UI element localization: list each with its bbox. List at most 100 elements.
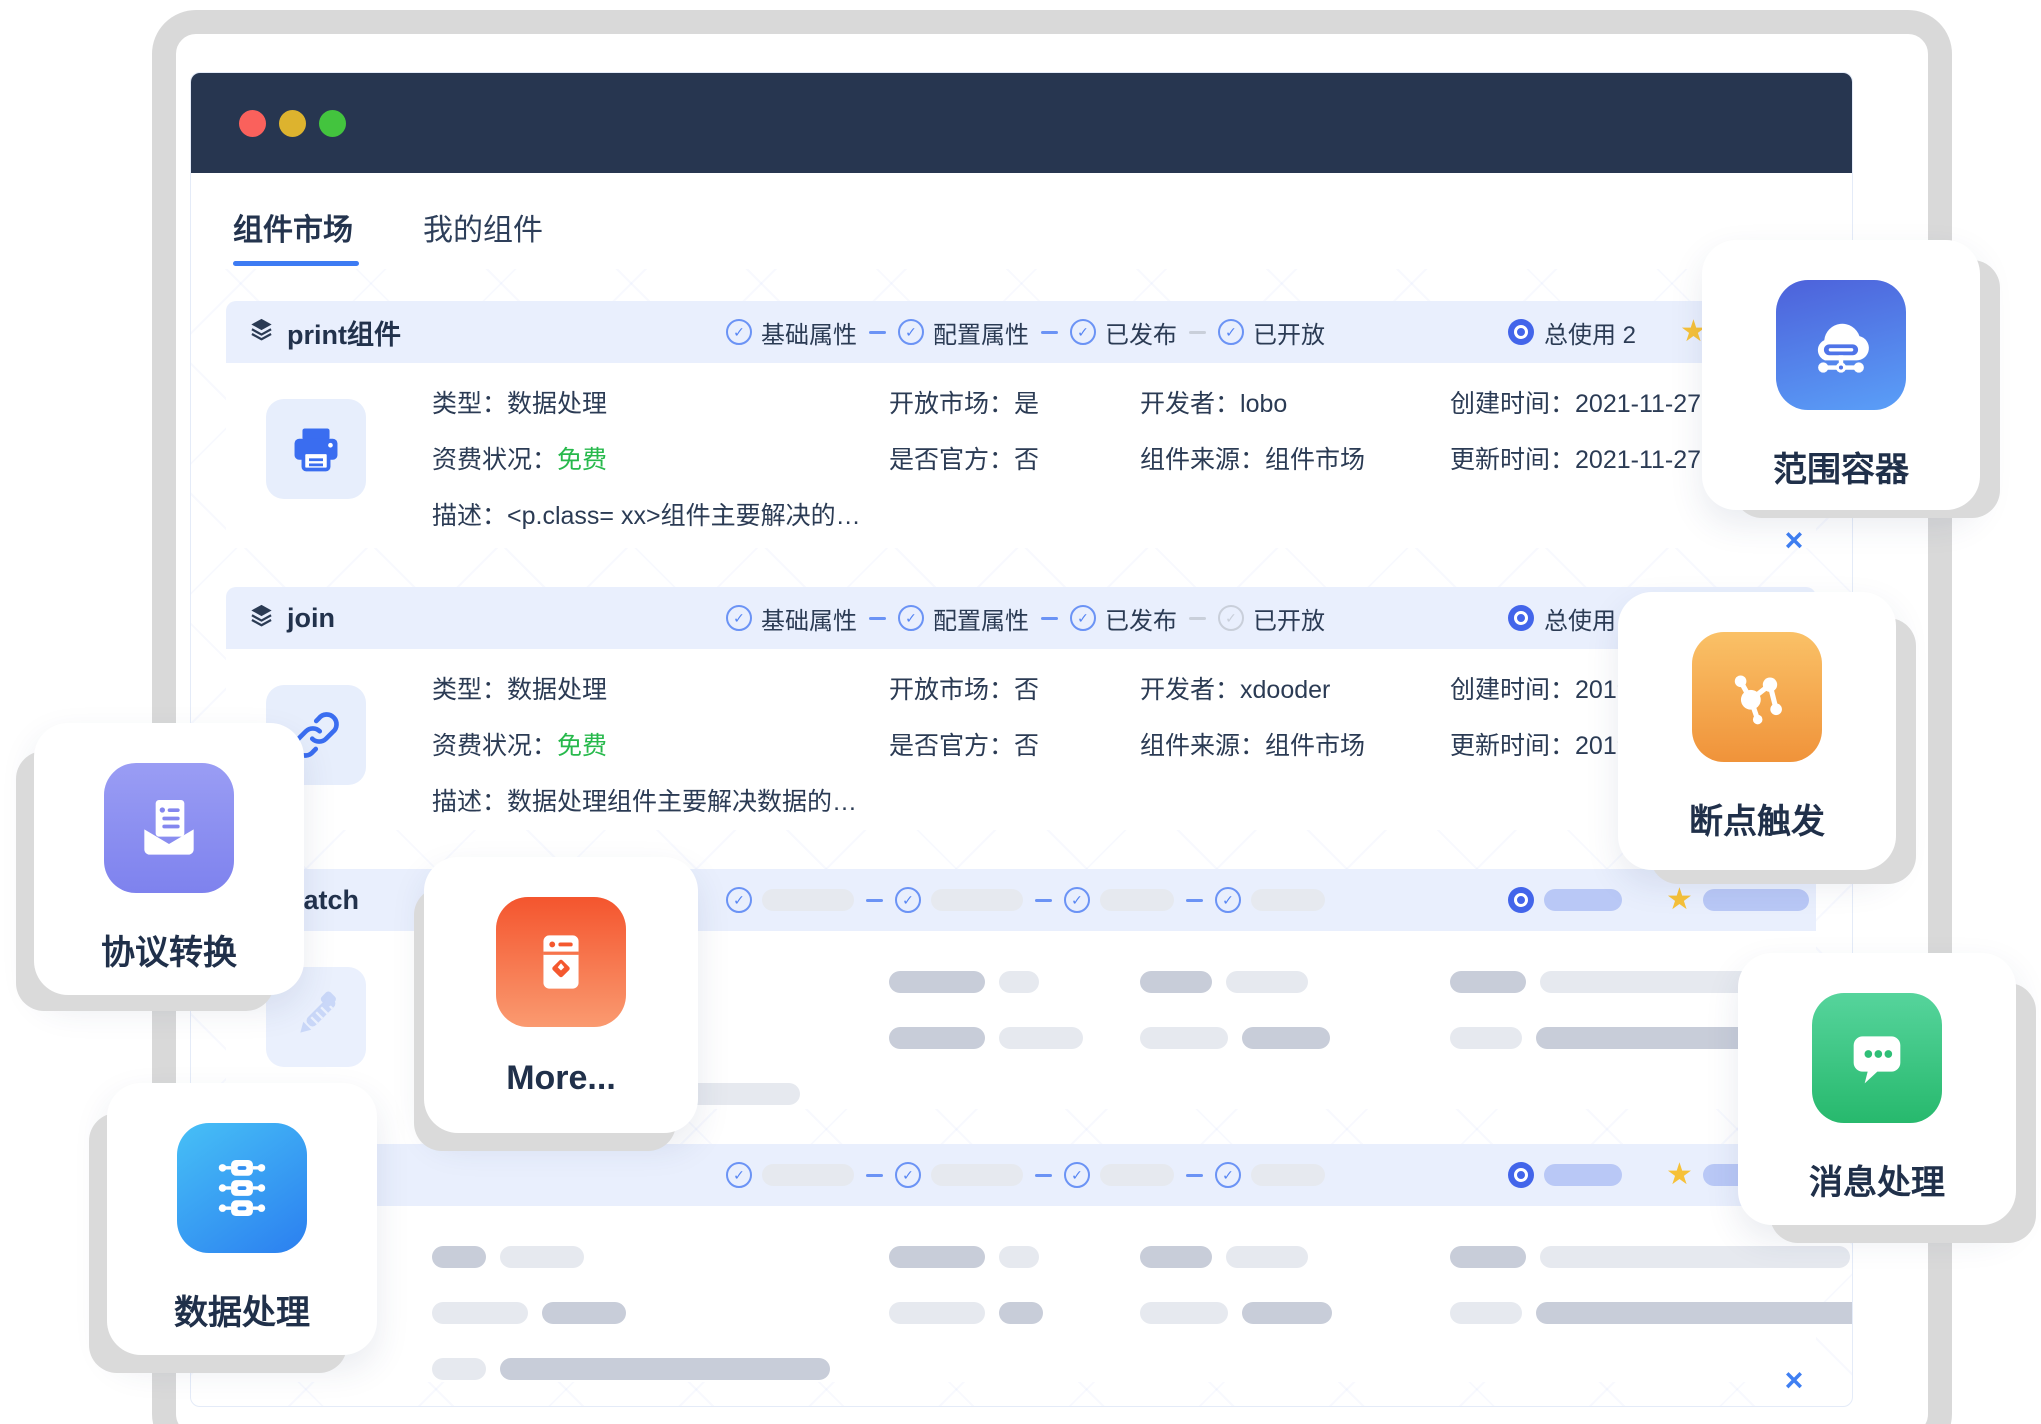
status-steps (726, 887, 1325, 913)
skeleton-pill (1544, 889, 1622, 911)
traffic-light-maximize[interactable] (319, 110, 346, 137)
skeleton-pill (1251, 1164, 1325, 1186)
skeleton-column (1450, 1246, 1853, 1358)
status-steps (726, 1162, 1325, 1188)
app-card-breakpoint-trigger[interactable]: 断点触发 (1618, 592, 1896, 870)
skeleton-pill (1242, 1302, 1332, 1324)
field-value: 组件市场 (1265, 732, 1365, 760)
skeleton-pill (432, 1358, 486, 1380)
step-connector (869, 331, 886, 334)
check-icon (726, 319, 752, 345)
detail-column: 类型：数据处理 资费状况：免费 描述：<p.class= xx>组件主要解决的… (432, 389, 861, 557)
step-connector (1035, 899, 1052, 902)
field-label: 开放市场： (889, 676, 1014, 704)
app-card-protocol-conversion[interactable]: 协议转换 (34, 723, 304, 995)
field-value: 免费 (557, 732, 607, 760)
card-header: print组件 基础属性 配置属性 已发布 已开放 总使用 2 总评 (226, 301, 1816, 363)
field-label: 是否官方： (889, 446, 1014, 474)
data-pipeline-icon (177, 1123, 307, 1253)
skeleton-pill (931, 889, 1023, 911)
app-card-more[interactable]: More... (424, 857, 698, 1133)
step-connector (1189, 617, 1206, 620)
step-connector (866, 899, 883, 902)
app-card-message-processing[interactable]: 消息处理 (1738, 953, 2016, 1225)
app-card-label: 数据处理 (174, 1285, 310, 1334)
step-connector (1189, 331, 1206, 334)
check-icon (898, 319, 924, 345)
skeleton-pill (1450, 1246, 1526, 1268)
check-icon (1064, 1162, 1090, 1188)
skeleton-pill (1226, 1246, 1308, 1268)
layers-icon (248, 316, 275, 348)
close-icon[interactable] (1779, 1365, 1809, 1395)
skeleton-pill (1140, 971, 1212, 993)
tab-my-components[interactable]: 我的组件 (423, 205, 543, 249)
field-value: xdooder (1240, 676, 1330, 704)
close-icon[interactable] (1779, 525, 1809, 555)
field-label: 描述： (432, 502, 507, 530)
app-card-data-processing[interactable]: 数据处理 (107, 1083, 377, 1355)
field-label: 开发者： (1140, 390, 1240, 418)
check-icon (895, 1162, 921, 1188)
field-label: 开放市场： (889, 390, 1014, 418)
skeleton-pill (1450, 1027, 1522, 1049)
field-label: 更新时间： (1450, 446, 1575, 474)
component-card-join[interactable]: join 基础属性 配置属性 已发布 已开放 总使用 6 总评 (226, 587, 1816, 830)
traffic-light-minimize[interactable] (279, 110, 306, 137)
step-connector (1186, 899, 1203, 902)
field-label: 组件来源： (1140, 446, 1265, 474)
screenshot-stage: 组件市场 我的组件 print组件 基础属性 配置属性 已发布 已开放 (0, 0, 2041, 1424)
skeleton-pill (1536, 1302, 1853, 1324)
field-label: 创建时间： (1450, 676, 1575, 704)
check-icon (726, 887, 752, 913)
skeleton-pill (1242, 1027, 1330, 1049)
field-value: lobo (1240, 390, 1287, 418)
step-label: 配置属性 (933, 315, 1029, 350)
skeleton-pill (762, 889, 854, 911)
step-connector (1041, 617, 1058, 620)
app-card-label: 范围容器 (1773, 442, 1909, 491)
window-titlebar (191, 73, 1852, 173)
skeleton-column (1140, 1246, 1346, 1358)
layers-icon (248, 602, 275, 634)
skeleton-pill (1703, 889, 1809, 911)
component-name: join (287, 603, 335, 634)
field-value: 免费 (557, 446, 607, 474)
skeleton-pill (1540, 1246, 1850, 1268)
traffic-light-close[interactable] (239, 110, 266, 137)
skeleton-column (432, 1246, 844, 1407)
app-card-label: 协议转换 (101, 925, 237, 974)
step-connector (1041, 331, 1058, 334)
app-card-label: More... (506, 1059, 616, 1098)
tab-bar: 组件市场 我的组件 (191, 173, 1852, 269)
card-header (226, 1144, 1816, 1206)
skeleton-pill (999, 971, 1039, 993)
detail-column: 开发者：xdooder 组件来源：组件市场 (1140, 675, 1365, 787)
inbox-document-icon (104, 763, 234, 893)
check-icon (898, 605, 924, 631)
tab-component-market[interactable]: 组件市场 (233, 205, 353, 249)
usage-count-icon (1508, 319, 1534, 345)
check-icon (1218, 605, 1244, 631)
step-label: 配置属性 (933, 601, 1029, 636)
field-value: 否 (1014, 446, 1039, 474)
check-icon (726, 1162, 752, 1188)
field-label: 类型： (432, 676, 507, 704)
field-label: 开发者： (1140, 676, 1240, 704)
skeleton-pill (1100, 1164, 1174, 1186)
skeleton-pill (1140, 1027, 1228, 1049)
component-card-skeleton[interactable] (226, 1144, 1816, 1382)
app-card-label: 消息处理 (1809, 1155, 1945, 1204)
app-card-range-container[interactable]: 范围容器 (1702, 240, 1980, 510)
skeleton-pill (762, 1164, 854, 1186)
molecule-icon (1692, 632, 1822, 762)
component-card-print[interactable]: print组件 基础属性 配置属性 已发布 已开放 总使用 2 总评 (226, 301, 1816, 548)
step-connector (1035, 1174, 1052, 1177)
detail-column: 类型：数据处理 资费状况：免费 描述：数据处理组件主要解决数据的… (432, 675, 857, 843)
step-label: 基础属性 (761, 315, 857, 350)
skeleton-column (1140, 971, 1344, 1083)
check-icon (726, 605, 752, 631)
skeleton-pill (999, 1302, 1043, 1324)
status-steps: 基础属性 配置属性 已发布 已开放 (726, 601, 1325, 636)
usage-count: 总使用 2 (1544, 315, 1636, 350)
